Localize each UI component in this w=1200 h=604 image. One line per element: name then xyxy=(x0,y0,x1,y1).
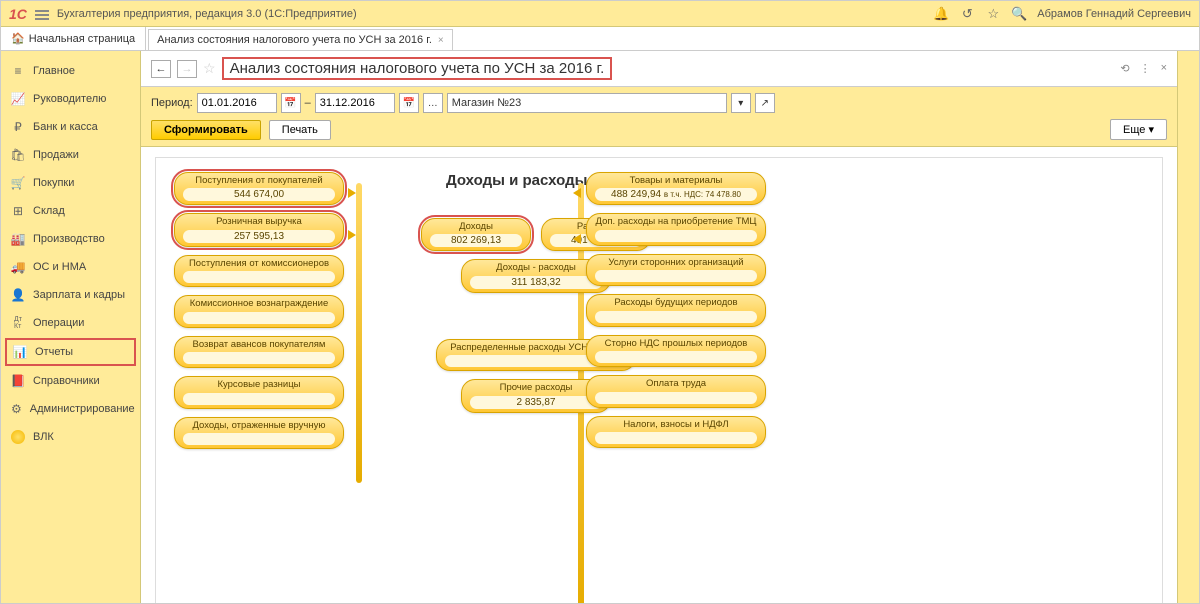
topbar: 1C Бухгалтерия предприятия, редакция 3.0… xyxy=(1,1,1199,27)
node-manual-income[interactable]: Доходы, отраженные вручную xyxy=(174,417,344,449)
star-icon[interactable]: ☆ xyxy=(985,6,1001,22)
sidebar-item-operations[interactable]: ДтКтОперации xyxy=(1,309,140,337)
hamburger-icon[interactable] xyxy=(35,8,49,20)
arrow-icon xyxy=(348,230,356,240)
more-button[interactable]: Еще ▾ xyxy=(1110,119,1167,140)
list-icon: ≡ xyxy=(11,64,25,78)
arrow-icon xyxy=(573,234,581,244)
toolbar: Период: 📅 – 📅 … Магазин №23 ▾ ↗ Сформиро… xyxy=(141,87,1177,147)
right-column: Товары и материалы488 249,94 в т.ч. НДС:… xyxy=(586,172,766,448)
username[interactable]: Абрамов Геннадий Сергеевич xyxy=(1037,8,1191,20)
button-row: Сформировать Печать Еще ▾ xyxy=(151,119,1167,140)
diagram: Доходы и расходы УСН Поступления от поку… xyxy=(155,157,1163,603)
dtkt-icon: ДтКт xyxy=(11,316,25,330)
arrow-icon xyxy=(573,188,581,198)
factory-icon: 🏭 xyxy=(11,232,25,246)
sidebar-item-reports[interactable]: 📊Отчеты xyxy=(5,338,136,366)
grid-icon: ⊞ xyxy=(11,204,25,218)
node-commission-fee[interactable]: Комиссионное вознаграждение xyxy=(174,295,344,327)
close-page-icon[interactable]: × xyxy=(1161,62,1167,75)
node-payroll[interactable]: Оплата труда xyxy=(586,375,766,407)
sidebar-item-vlk[interactable]: ВЛК xyxy=(1,423,140,451)
sidebar: ≡Главное 📈Руководителю ₽Банк и касса 🛍Пр… xyxy=(1,51,141,603)
node-goods[interactable]: Товары и материалы488 249,94 в т.ч. НДС:… xyxy=(586,172,766,205)
search-icon[interactable]: 🔍 xyxy=(1011,6,1027,22)
chart-up-icon: 📈 xyxy=(11,92,25,106)
gear-icon: ⚙ xyxy=(11,402,22,416)
sidebar-item-salary[interactable]: 👤Зарплата и кадры xyxy=(1,281,140,309)
arrow-icon xyxy=(348,188,356,198)
period-row: Период: 📅 – 📅 … Магазин №23 ▾ ↗ xyxy=(151,93,1167,113)
left-spine xyxy=(356,183,362,483)
node-retail-revenue[interactable]: Розничная выручка257 595,13 xyxy=(174,213,344,246)
right-panel xyxy=(1177,51,1199,603)
page-title: Анализ состояния налогового учета по УСН… xyxy=(222,57,613,80)
period-label: Период: xyxy=(151,97,193,109)
circle-icon xyxy=(11,430,25,444)
node-extra-expenses[interactable]: Доп. расходы на приобретение ТМЦ xyxy=(586,213,766,245)
org-select[interactable]: Магазин №23 xyxy=(447,93,727,113)
sidebar-item-sales[interactable]: 🛍Продажи xyxy=(1,141,140,169)
sidebar-item-production[interactable]: 🏭Производство xyxy=(1,225,140,253)
cart-icon: 🛒 xyxy=(11,176,25,190)
node-buyer-receipts[interactable]: Поступления от покупателей544 674,00 xyxy=(174,172,344,205)
sidebar-item-admin[interactable]: ⚙Администрирование xyxy=(1,395,140,423)
sidebar-item-warehouse[interactable]: ⊞Склад xyxy=(1,197,140,225)
nav-fwd-button[interactable]: → xyxy=(177,60,197,78)
print-button[interactable]: Печать xyxy=(269,120,331,140)
node-income[interactable]: Доходы802 269,13 xyxy=(421,218,531,251)
calendar-from-button[interactable]: 📅 xyxy=(281,93,301,113)
node-advance-return[interactable]: Возврат авансов покупателям xyxy=(174,336,344,368)
node-commissioner-receipts[interactable]: Поступления от комиссионеров xyxy=(174,255,344,287)
calendar-to-button[interactable]: 📅 xyxy=(399,93,419,113)
close-icon[interactable]: × xyxy=(438,35,444,46)
tabs-row: 🏠 Начальная страница Анализ состояния на… xyxy=(1,27,1199,51)
home-tab-label: Начальная страница xyxy=(29,33,135,45)
date-to-input[interactable] xyxy=(315,93,395,113)
node-fx-diff[interactable]: Курсовые разницы xyxy=(174,376,344,408)
period-select-button[interactable]: … xyxy=(423,93,443,113)
home-tab[interactable]: 🏠 Начальная страница xyxy=(1,27,146,50)
org-dropdown-button[interactable]: ▾ xyxy=(731,93,751,113)
node-taxes[interactable]: Налоги, взносы и НДФЛ xyxy=(586,416,766,448)
tab-label: Анализ состояния налогового учета по УСН… xyxy=(157,34,432,46)
sidebar-item-bank[interactable]: ₽Банк и касса xyxy=(1,113,140,141)
page-header: ← → ☆ Анализ состояния налогового учета … xyxy=(141,51,1177,87)
node-services[interactable]: Услуги сторонних организаций xyxy=(586,254,766,286)
book-icon: 📕 xyxy=(11,374,25,388)
dash: – xyxy=(305,97,311,109)
sidebar-item-assets[interactable]: 🚚ОС и НМА xyxy=(1,253,140,281)
app-title: Бухгалтерия предприятия, редакция 3.0 (1… xyxy=(57,8,925,20)
node-future-expenses[interactable]: Расходы будущих периодов xyxy=(586,294,766,326)
logo-1c: 1C xyxy=(9,6,27,22)
node-vat-storno[interactable]: Сторно НДС прошлых периодов xyxy=(586,335,766,367)
favorite-star-icon[interactable]: ☆ xyxy=(203,60,216,77)
truck-icon: 🚚 xyxy=(11,260,25,274)
sidebar-item-purchases[interactable]: 🛒Покупки xyxy=(1,169,140,197)
home-icon: 🏠 xyxy=(11,32,25,45)
kebab-icon[interactable]: ⋮ xyxy=(1140,62,1151,75)
bell-icon[interactable]: 🔔 xyxy=(933,6,949,22)
bag-icon: 🛍 xyxy=(11,148,25,162)
generate-button[interactable]: Сформировать xyxy=(151,120,261,140)
diagram-scroll[interactable]: Доходы и расходы УСН Поступления от поку… xyxy=(141,147,1177,603)
sidebar-item-manager[interactable]: 📈Руководителю xyxy=(1,85,140,113)
person-icon: 👤 xyxy=(11,288,25,302)
content: ← → ☆ Анализ состояния налогового учета … xyxy=(141,51,1177,603)
ruble-icon: ₽ xyxy=(11,120,25,134)
sidebar-item-ref[interactable]: 📕Справочники xyxy=(1,367,140,395)
barchart-icon: 📊 xyxy=(13,345,27,359)
nav-back-button[interactable]: ← xyxy=(151,60,171,78)
left-column: Поступления от покупателей544 674,00 Роз… xyxy=(174,172,344,449)
date-from-input[interactable] xyxy=(197,93,277,113)
history-icon[interactable]: ↺ xyxy=(959,6,975,22)
sidebar-item-main[interactable]: ≡Главное xyxy=(1,57,140,85)
link-icon[interactable]: ⟲ xyxy=(1120,62,1129,75)
org-open-button[interactable]: ↗ xyxy=(755,93,775,113)
tab-active[interactable]: Анализ состояния налогового учета по УСН… xyxy=(148,29,453,50)
